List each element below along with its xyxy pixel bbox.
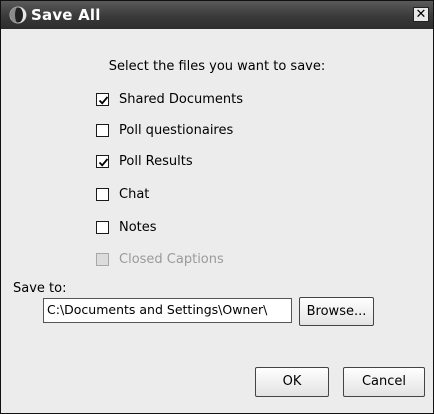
dialog-title: Save All	[31, 6, 101, 24]
save-to-label: Save to:	[13, 281, 67, 296]
close-icon[interactable]: ✕	[413, 7, 429, 22]
ok-button[interactable]: OK	[255, 367, 329, 397]
save-all-dialog: Save All ✕ Select the files you want to …	[0, 0, 434, 414]
checkbox-box[interactable]	[96, 93, 109, 106]
checkbox-label: Shared Documents	[119, 92, 244, 107]
instruction-text: Select the files you want to save:	[108, 59, 326, 74]
cancel-button[interactable]: Cancel	[343, 367, 425, 397]
checkbox-box	[96, 253, 109, 266]
checkbox-label: Notes	[119, 220, 157, 235]
save-path-input[interactable]: C:\Documents and Settings\Owner\	[43, 298, 292, 323]
title-bar[interactable]: Save All ✕	[1, 1, 433, 29]
checkbox-box[interactable]	[96, 221, 109, 234]
checkbox-box[interactable]	[96, 155, 109, 168]
checkmark-icon	[98, 158, 109, 167]
checkbox-box[interactable]	[96, 124, 109, 137]
checkbox-label: Chat	[119, 187, 150, 202]
app-logo-icon	[9, 6, 27, 24]
checkmark-icon	[98, 96, 109, 105]
checkbox-label: Poll questionaires	[119, 123, 234, 138]
browse-button[interactable]: Browse...	[299, 297, 374, 326]
checkbox-label: Closed Captions	[119, 252, 224, 267]
checkbox-label: Poll Results	[119, 154, 193, 169]
checkbox-box[interactable]	[96, 188, 109, 201]
